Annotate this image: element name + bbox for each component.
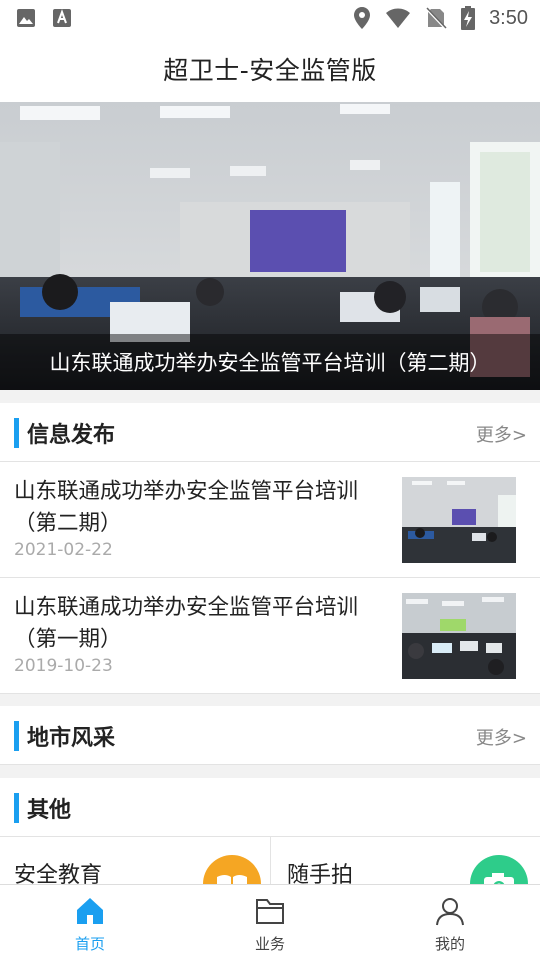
news-thumbnail xyxy=(402,593,516,679)
other-section: 其他 安全教育 随手拍 xyxy=(0,778,540,884)
status-time: 3:50 xyxy=(489,6,528,29)
location-icon xyxy=(354,7,371,29)
other-section-title: 其他 xyxy=(27,798,72,823)
banner-carousel[interactable]: 山东联通成功举办安全监管平台培训（第二期） xyxy=(0,102,540,390)
nav-label: 业务 xyxy=(254,935,285,953)
section-accent-bar xyxy=(14,418,19,448)
wifi-icon xyxy=(386,8,411,28)
city-section-title: 地市风采 xyxy=(27,726,116,751)
city-more-link[interactable]: 更多> xyxy=(476,724,527,750)
banner-caption-bar: 山东联通成功举办安全监管平台培训（第二期） xyxy=(0,334,540,390)
news-title: 山东联通成功举办安全监管平台培训（第二期） xyxy=(14,479,359,536)
bottom-nav: 首页 业务 我的 xyxy=(0,884,540,961)
book-icon xyxy=(203,855,261,884)
nav-label: 首页 xyxy=(74,935,105,953)
news-title: 山东联通成功举办安全监管平台培训（第一期） xyxy=(14,595,359,652)
other-grid: 安全教育 随手拍 xyxy=(0,837,540,884)
snapshot-tile[interactable]: 随手拍 xyxy=(273,837,540,884)
nav-mine[interactable]: 我的 xyxy=(360,885,540,961)
no-sim-icon xyxy=(426,7,447,29)
city-section: 地市风采 更多> xyxy=(0,706,540,765)
font-notification-icon xyxy=(53,9,71,27)
gallery-notification-icon xyxy=(17,9,35,27)
news-item[interactable]: 山东联通成功举办安全监管平台培训（第二期） 2021-02-22 xyxy=(0,462,540,578)
home-icon xyxy=(77,898,103,924)
section-accent-bar xyxy=(14,793,19,823)
nav-label: 我的 xyxy=(434,935,465,953)
tile-label: 随手拍 xyxy=(287,863,354,884)
app-title: 超卫士-安全监管版 xyxy=(163,56,377,85)
nav-business[interactable]: 业务 xyxy=(180,885,360,961)
info-section-title: 信息发布 xyxy=(27,423,116,448)
status-bar: 3:50 xyxy=(0,0,540,36)
city-section-header: 地市风采 更多> xyxy=(0,706,540,765)
info-section: 信息发布 更多> 山东联通成功举办安全监管平台培训（第二期） 2021-02-2… xyxy=(0,403,540,694)
tile-label: 安全教育 xyxy=(14,863,103,884)
banner-caption: 山东联通成功举办安全监管平台培训（第二期） xyxy=(49,351,491,375)
folder-icon xyxy=(256,899,284,924)
news-date: 2019-10-23 xyxy=(14,656,113,676)
app-header: 超卫士-安全监管版 xyxy=(0,36,540,102)
safety-education-tile[interactable]: 安全教育 xyxy=(0,837,271,884)
nav-home[interactable]: 首页 xyxy=(0,885,180,961)
info-section-header: 信息发布 更多> xyxy=(0,403,540,462)
news-date: 2021-02-22 xyxy=(14,540,113,560)
other-section-header: 其他 xyxy=(0,778,540,837)
camera-icon xyxy=(470,855,528,884)
section-accent-bar xyxy=(14,721,19,751)
news-item[interactable]: 山东联通成功举办安全监管平台培训（第一期） 2019-10-23 xyxy=(0,578,540,694)
user-icon xyxy=(436,898,464,926)
battery-charging-icon xyxy=(461,6,476,30)
news-thumbnail xyxy=(402,477,516,563)
info-more-link[interactable]: 更多> xyxy=(476,421,527,447)
